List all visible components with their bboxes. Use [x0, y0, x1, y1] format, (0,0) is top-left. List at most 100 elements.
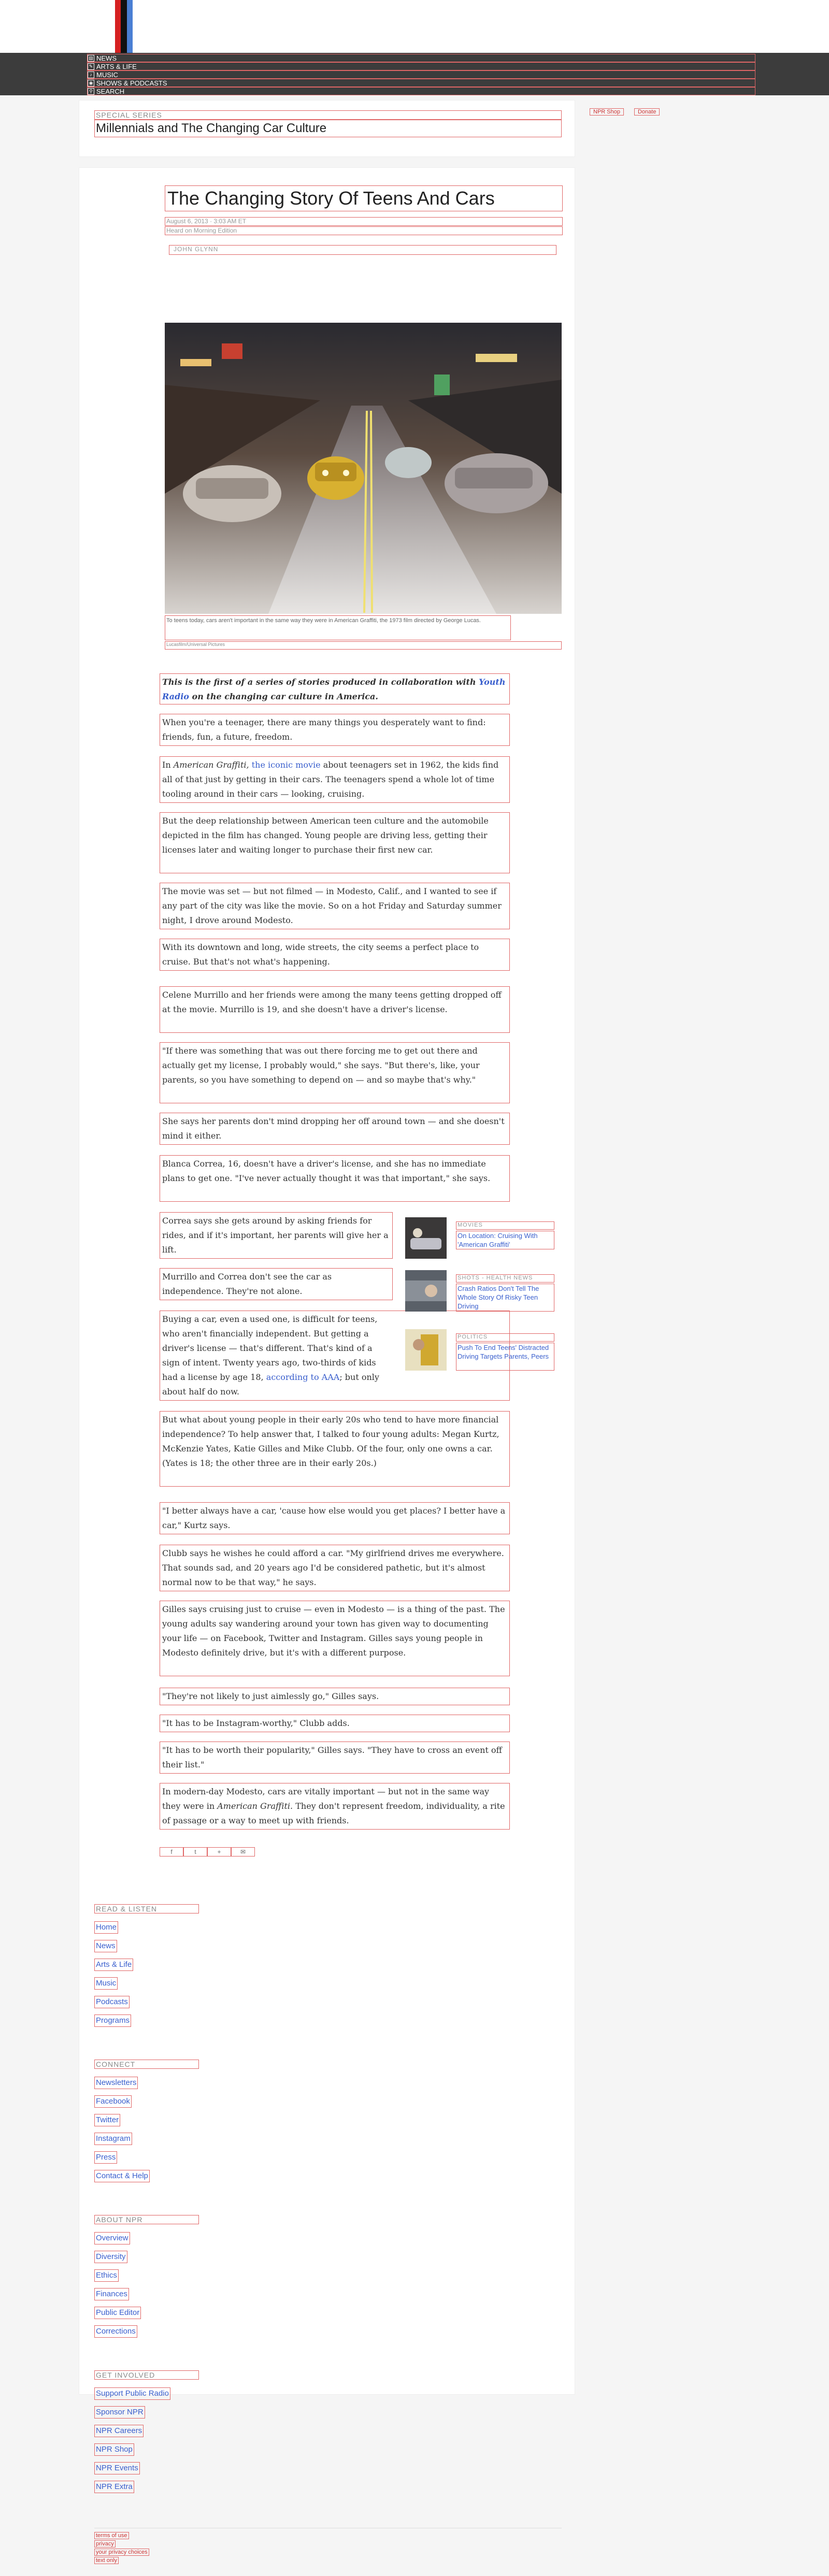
paragraph: "It has to be Instagram-worthy," Clubb a… — [160, 1715, 510, 1732]
image-caption: To teens today, cars aren't important in… — [165, 615, 511, 640]
footer-link[interactable]: Press — [94, 2151, 118, 2164]
share-tools: f t + ✉ — [160, 1847, 255, 1857]
nav-item-search[interactable]: ⚲ SEARCH — [87, 87, 755, 95]
related-story[interactable]: SHOTS - HEALTH NEWS Crash Ratios Don't T… — [405, 1270, 555, 1312]
email-icon[interactable]: ✉ — [231, 1847, 255, 1857]
footer-heading-involved: GET INVOLVED — [94, 2370, 199, 2380]
footer-link[interactable]: Home — [94, 1921, 119, 1934]
footer-link[interactable]: Ethics — [94, 2269, 119, 2282]
footer-link[interactable]: Finances — [94, 2288, 129, 2300]
footer-link[interactable]: NPR Careers — [94, 2425, 144, 2437]
footer-link[interactable]: News — [94, 1940, 117, 1952]
related-story[interactable]: MOVIES On Location: Cruising With 'Ameri… — [405, 1217, 555, 1259]
npr-shop-link[interactable]: NPR Shop — [590, 108, 624, 116]
paragraph: In American Graffiti, the iconic movie a… — [160, 756, 510, 803]
news-icon: ▤ — [88, 54, 94, 62]
related-title[interactable]: On Location: Cruising With 'American Gra… — [456, 1231, 554, 1249]
related-kicker[interactable]: POLITICS — [456, 1333, 554, 1342]
paragraph: The movie was set — but not filmed — in … — [160, 883, 510, 929]
related-thumbnail — [405, 1270, 447, 1312]
podcast-icon: ◉ — [88, 79, 94, 87]
article-date: August 6, 2013 · 3:03 AM ET — [165, 217, 563, 226]
footer-link[interactable]: Music — [94, 1977, 118, 1990]
related-kicker[interactable]: SHOTS - HEALTH NEWS — [456, 1274, 554, 1283]
footer-link[interactable]: Newsletters — [94, 2077, 138, 2089]
aaa-link[interactable]: according to AAA — [266, 1372, 340, 1382]
movie-still-image — [405, 1217, 447, 1259]
iconic-movie-link[interactable]: the iconic movie — [252, 760, 321, 770]
related-title[interactable]: Crash Ratios Don't Tell The Whole Story … — [456, 1284, 554, 1312]
related-story[interactable]: POLITICS Push To End Teens' Distracted D… — [405, 1329, 555, 1371]
paragraph: When you're a teenager, there are many t… — [160, 714, 510, 746]
npr-logo[interactable] — [115, 0, 133, 53]
street-scene-image — [165, 323, 562, 614]
author-byline[interactable]: JOHN GLYNN — [169, 245, 556, 255]
footer-link[interactable]: Contact & Help — [94, 2170, 150, 2182]
header-right-links: NPR Shop Donate — [590, 108, 660, 116]
paragraph: She says her parents don't mind dropping… — [160, 1113, 510, 1145]
related-kicker[interactable]: MOVIES — [456, 1221, 554, 1230]
paragraph: "It has to be worth their popularity," G… — [160, 1742, 510, 1774]
paragraph: Correa says she gets around by asking fr… — [160, 1212, 393, 1259]
paragraph: In modern-day Modesto, cars are vitally … — [160, 1783, 510, 1830]
related-thumbnail — [405, 1217, 447, 1259]
hero-image — [165, 323, 562, 614]
intro-note: This is the first of a series of stories… — [160, 673, 510, 704]
footer-heading-read: READ & LISTEN — [94, 1904, 199, 1913]
music-icon: ♪ — [88, 71, 94, 78]
footer-link[interactable]: Support Public Radio — [94, 2387, 170, 2400]
paragraph: "If there was something that was out the… — [160, 1042, 510, 1103]
paragraph: But what about young people in their ear… — [160, 1411, 510, 1487]
nav-item-podcasts[interactable]: ◉ SHOWS & PODCASTS — [87, 79, 755, 87]
terms-link[interactable]: terms of use — [94, 2532, 129, 2539]
header — [0, 0, 829, 53]
paragraph: Celene Murrillo and her friends were amo… — [160, 986, 510, 1033]
footer-link[interactable]: Podcasts — [94, 1996, 130, 2008]
text-only-link[interactable]: text only — [94, 2557, 119, 2564]
main-nav: ▤ NEWS ✎ ARTS & LIFE ♪ MUSIC ◉ SHOWS & PODCA… — [87, 54, 755, 95]
footer-link[interactable]: Twitter — [94, 2114, 121, 2126]
distracted-driving-image — [405, 1329, 447, 1371]
paragraph: Gilles says cruising just to cruise — ev… — [160, 1601, 510, 1676]
arts-icon: ✎ — [88, 63, 94, 70]
footer-link[interactable]: Arts & Life — [94, 1959, 134, 1971]
paragraph: "I better always have a car, 'cause how … — [160, 1502, 510, 1534]
footer-link[interactable]: Instagram — [94, 2133, 132, 2145]
donate-link[interactable]: Donate — [634, 108, 660, 116]
paragraph: Murrillo and Correa don't see the car as… — [160, 1268, 393, 1300]
footer-link[interactable]: Public Editor — [94, 2307, 141, 2319]
privacy-link[interactable]: privacy — [94, 2540, 116, 2548]
nav-item-arts[interactable]: ✎ ARTS & LIFE — [87, 62, 755, 70]
related-title[interactable]: Push To End Teens' Distracted Driving Ta… — [456, 1343, 554, 1371]
footer-link[interactable]: NPR Events — [94, 2462, 140, 2474]
nav-item-news[interactable]: ▤ NEWS — [87, 54, 755, 62]
paragraph: But the deep relationship between Americ… — [160, 812, 510, 873]
facebook-icon[interactable]: f — [160, 1847, 183, 1857]
article-title: The Changing Story Of Teens And Cars — [165, 185, 563, 211]
footer-link[interactable]: Overview — [94, 2232, 130, 2244]
footer-link[interactable]: Diversity — [94, 2251, 127, 2263]
paragraph: Blanca Correa, 16, doesn't have a driver… — [160, 1155, 510, 1202]
footer-heading-about: ABOUT NPR — [94, 2215, 199, 2224]
footer-link[interactable]: Programs — [94, 2014, 132, 2027]
series-title[interactable]: Millennials and The Changing Car Culture — [94, 120, 562, 137]
paragraph: Clubb says he wishes he could afford a c… — [160, 1545, 510, 1591]
search-icon: ⚲ — [88, 88, 94, 95]
footer-link[interactable]: Corrections — [94, 2325, 137, 2338]
privacy-choices-link[interactable]: your privacy choices — [94, 2549, 149, 2556]
edition-link[interactable]: Heard on Morning Edition — [165, 226, 563, 235]
nav-item-music[interactable]: ♪ MUSIC — [87, 70, 755, 79]
series-label[interactable]: SPECIAL SERIES — [94, 110, 562, 120]
flipboard-icon[interactable]: + — [207, 1847, 231, 1857]
image-credit: Lucasfilm/Universal Pictures — [165, 641, 562, 650]
footer-link[interactable]: Facebook — [94, 2095, 132, 2108]
paragraph: "They're not likely to just aimlessly go… — [160, 1688, 510, 1705]
footer-link[interactable]: Sponsor NPR — [94, 2406, 145, 2419]
footer-link[interactable]: NPR Shop — [94, 2443, 134, 2456]
footer-link[interactable]: NPR Extra — [94, 2481, 134, 2493]
twitter-icon[interactable]: t — [183, 1847, 207, 1857]
teen-driving-image — [405, 1270, 447, 1312]
related-thumbnail — [405, 1329, 447, 1371]
paragraph: With its downtown and long, wide streets… — [160, 939, 510, 971]
footer-heading-connect: CONNECT — [94, 2060, 199, 2069]
